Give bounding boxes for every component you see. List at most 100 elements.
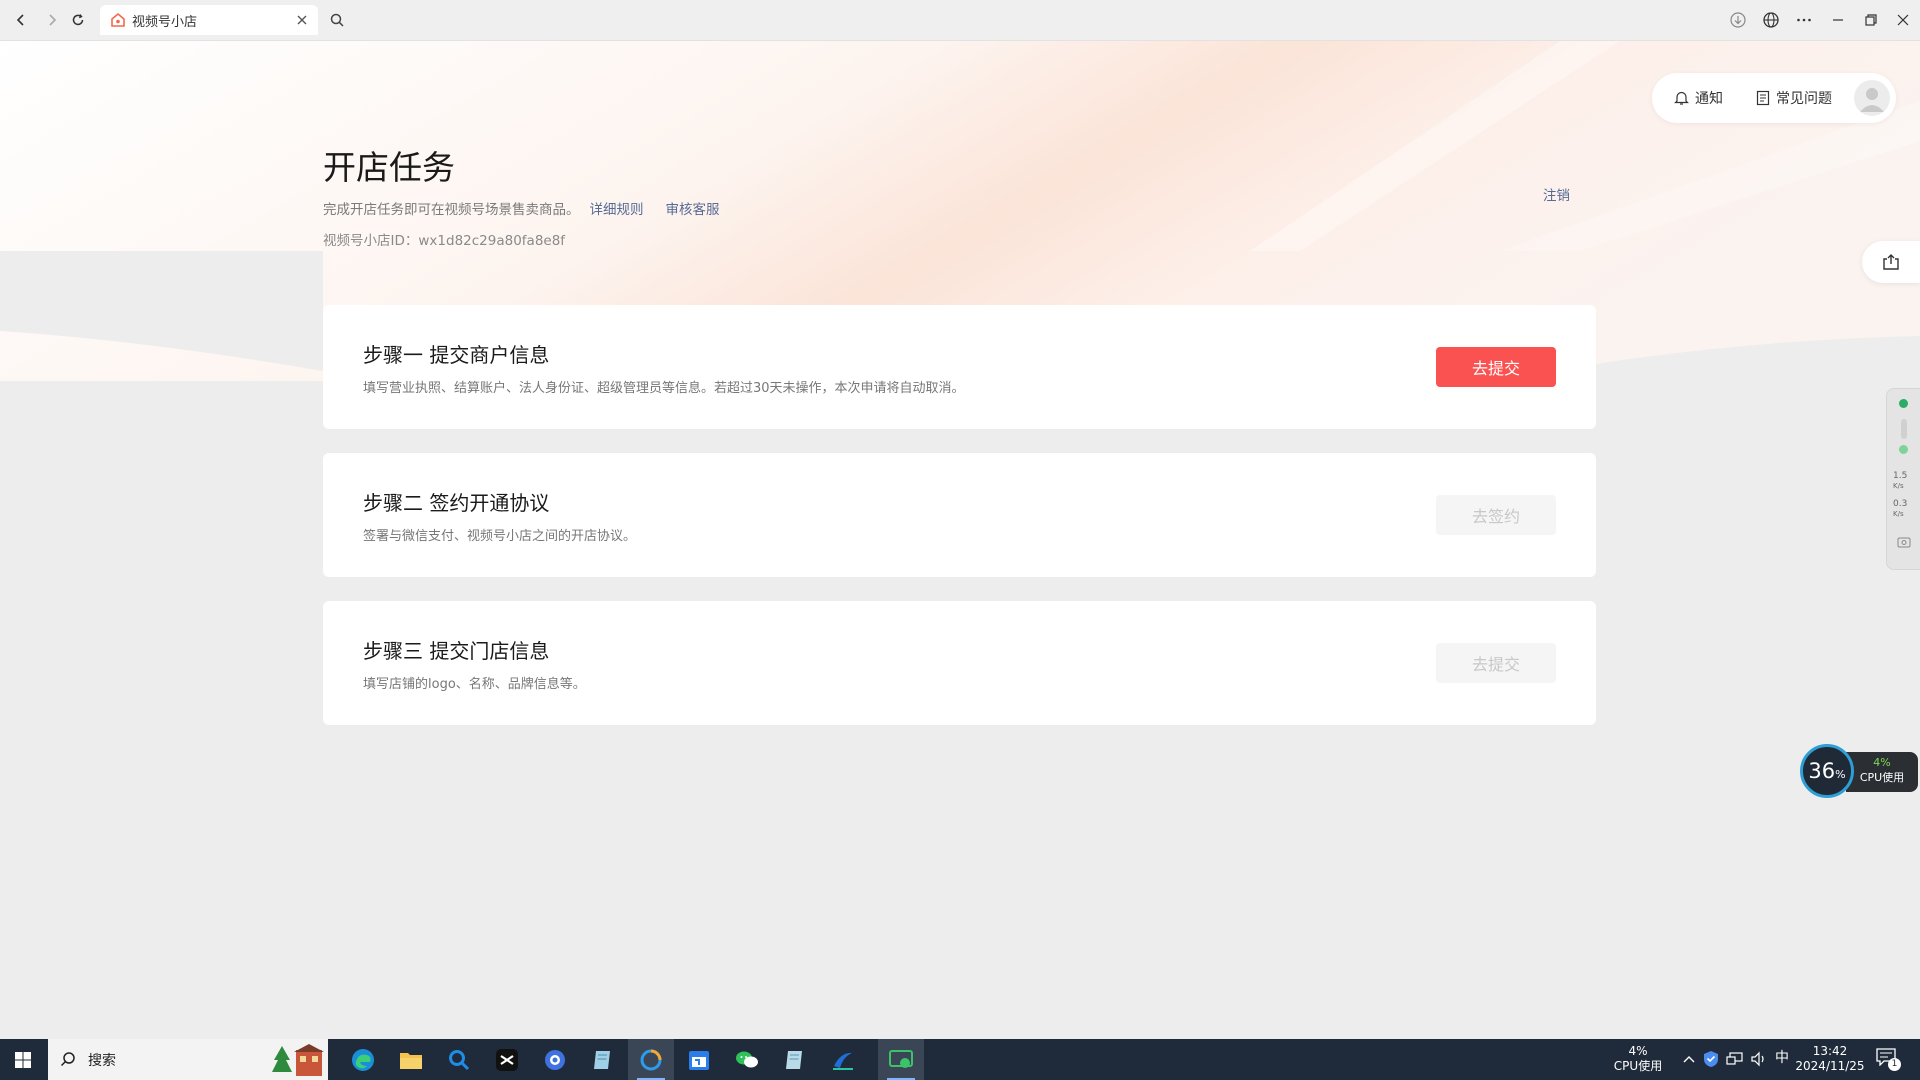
minimize-icon[interactable] xyxy=(1826,8,1850,32)
step-card-2: 步骤二 签约开通协议 签署与微信支付、视频号小店之间的开店协议。 去签约 xyxy=(323,453,1596,577)
notification-center-button[interactable]: 1 xyxy=(1876,1048,1901,1071)
shop-id: 视频号小店ID：wx1d82c29a80fa8e8f xyxy=(323,233,566,249)
cpu-panel: 4% CPU使用 xyxy=(1846,752,1918,792)
browser-tab[interactable]: 视频号小店 xyxy=(100,5,318,35)
document-icon xyxy=(1756,90,1770,106)
tab-title: 视频号小店 xyxy=(132,14,198,30)
close-tab-icon[interactable] xyxy=(294,12,310,28)
taskbar-search-label: 搜索 xyxy=(88,1053,116,1069)
browser-toolbar: 视频号小店 xyxy=(0,0,1920,41)
wechat-app[interactable] xyxy=(724,1039,770,1080)
windows-icon xyxy=(15,1051,31,1068)
clock[interactable]: 13:42 2024/11/25 xyxy=(1790,1044,1870,1074)
monitor-app-icon xyxy=(889,1049,913,1068)
target-app-icon xyxy=(545,1049,565,1070)
edge-app[interactable] xyxy=(340,1039,386,1080)
status-dot xyxy=(1899,445,1908,454)
network-speed-widget[interactable]: 1.5 K/s 0.3 K/s xyxy=(1886,388,1920,570)
shop-favicon-icon xyxy=(111,12,125,27)
clock-time: 13:42 xyxy=(1812,1044,1848,1058)
wechat-icon xyxy=(736,1051,758,1067)
cpu-usage-widget[interactable]: 4% CPU使用 36% xyxy=(1800,744,1918,798)
shield-icon[interactable] xyxy=(1703,1050,1719,1068)
submit-merchant-info-button[interactable]: 去提交 xyxy=(1436,347,1556,387)
rules-link[interactable]: 详细规则 xyxy=(590,202,644,218)
search-app[interactable] xyxy=(436,1039,482,1080)
cpu-gauge: 36% xyxy=(1800,744,1854,798)
tab-search-icon[interactable] xyxy=(326,9,348,31)
clock-date: 2024/11/25 xyxy=(1795,1059,1865,1073)
step-title: 步骤二 签约开通协议 xyxy=(363,491,550,515)
monitor-app-active[interactable] xyxy=(878,1039,924,1080)
step-desc: 签署与微信支付、视频号小店之间的开店协议。 xyxy=(363,529,637,544)
browser-app-active[interactable] xyxy=(628,1039,674,1080)
capcut-app[interactable] xyxy=(484,1039,530,1080)
export-button[interactable] xyxy=(1862,241,1920,283)
chevron-up-icon[interactable] xyxy=(1682,1053,1696,1065)
notes-app[interactable] xyxy=(580,1039,626,1080)
user-avatar-icon xyxy=(1860,88,1884,112)
wave-app-icon xyxy=(833,1052,853,1070)
taskbar: 搜索 4% CPU使用 中 13:42 2024/11/25 1 xyxy=(0,1039,1920,1080)
sign-agreement-button[interactable]: 去签约 xyxy=(1436,495,1556,535)
close-window-icon[interactable] xyxy=(1891,8,1915,32)
step-desc: 填写营业执照、结算账户、法人身份证、超级管理员等信息。若超过30天未操作，本次申… xyxy=(363,381,965,396)
start-button[interactable] xyxy=(0,1039,46,1080)
download-icon[interactable] xyxy=(1726,8,1750,32)
network-icon[interactable] xyxy=(1726,1051,1744,1067)
circle-app[interactable] xyxy=(532,1039,578,1080)
logout-link[interactable]: 注销 xyxy=(1543,184,1570,204)
tray-cpu-percent: 4% xyxy=(1628,1044,1648,1058)
back-icon[interactable] xyxy=(7,6,35,34)
meter-bar xyxy=(1901,419,1907,439)
net-up-unit: K/s xyxy=(1893,482,1904,490)
editor-app[interactable] xyxy=(820,1039,866,1080)
faq-label: 常见问题 xyxy=(1776,91,1832,107)
step-card-1: 步骤一 提交商户信息 填写营业执照、结算账户、法人身份证、超级管理员等信息。若超… xyxy=(323,305,1596,429)
step-title: 步骤三 提交门店信息 xyxy=(363,639,550,663)
cpu-panel-label: CPU使用 xyxy=(1859,771,1905,784)
page-title: 开店任务 xyxy=(323,148,455,187)
cpu-gauge-value: 36 xyxy=(1808,759,1836,783)
calendar-app[interactable] xyxy=(676,1039,722,1080)
tray-cpu[interactable]: 4% CPU使用 xyxy=(1604,1044,1672,1074)
notes-app-2[interactable] xyxy=(772,1039,818,1080)
user-toolbar: 通知 常见问题 xyxy=(1652,73,1896,123)
folder-icon xyxy=(400,1052,422,1069)
avatar[interactable] xyxy=(1854,80,1890,116)
notification-badge: 1 xyxy=(1888,1058,1901,1071)
browser-app-icon xyxy=(640,1049,662,1070)
net-up-value: 1.5 xyxy=(1893,471,1908,481)
forward-icon[interactable] xyxy=(38,6,66,34)
capcut-icon xyxy=(496,1048,518,1071)
page-content: 通知 常见问题 开店任务 完成开店任务即可在视频号场景售卖商品。 详细规则 审核客服… xyxy=(0,41,1920,1039)
restore-icon[interactable] xyxy=(1859,8,1883,32)
net-down-unit: K/s xyxy=(1893,510,1904,518)
globe-icon[interactable] xyxy=(1759,8,1783,32)
search-icon xyxy=(60,1052,75,1067)
step-card-3: 步骤三 提交门店信息 填写店铺的logo、名称、品牌信息等。 去提交 xyxy=(323,601,1596,725)
faq-button[interactable]: 常见问题 xyxy=(1756,73,1832,123)
notify-button[interactable]: 通知 xyxy=(1674,73,1723,123)
net-down-value: 0.3 xyxy=(1893,499,1908,509)
taskbar-search[interactable]: 搜索 xyxy=(48,1039,328,1080)
notebook-icon xyxy=(594,1050,610,1069)
file-explorer-app[interactable] xyxy=(388,1039,434,1080)
camera-icon xyxy=(1897,537,1911,548)
service-link[interactable]: 审核客服 xyxy=(666,202,720,218)
submit-store-info-button[interactable]: 去提交 xyxy=(1436,643,1556,683)
magnifier-app-icon xyxy=(449,1049,470,1070)
bell-icon xyxy=(1674,91,1689,105)
status-dot xyxy=(1899,399,1908,408)
step-title: 步骤一 提交商户信息 xyxy=(363,343,550,367)
holiday-decoration-icon xyxy=(272,1044,324,1076)
more-icon[interactable] xyxy=(1792,8,1816,32)
page-subtitle: 完成开店任务即可在视频号场景售卖商品。 详细规则 审核客服 xyxy=(323,198,720,218)
edge-browser-icon xyxy=(352,1048,374,1071)
ime-indicator[interactable]: 中 xyxy=(1772,1051,1792,1066)
subtitle-text: 完成开店任务即可在视频号场景售卖商品。 xyxy=(323,202,580,218)
export-icon xyxy=(1883,254,1899,270)
refresh-icon[interactable] xyxy=(64,6,92,34)
tray-cpu-label: CPU使用 xyxy=(1613,1059,1663,1073)
volume-icon[interactable] xyxy=(1750,1051,1768,1067)
